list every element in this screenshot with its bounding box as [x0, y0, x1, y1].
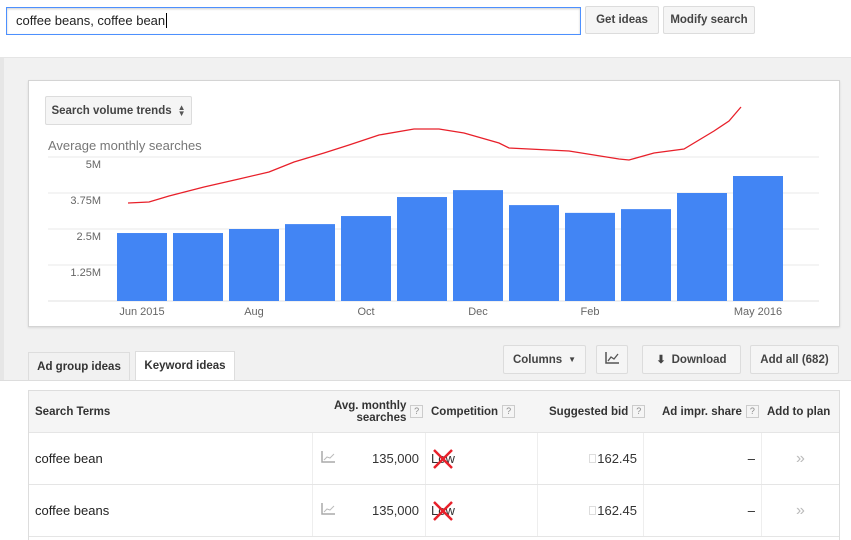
y-tick-label: 5M: [86, 159, 101, 171]
line-chart-icon: [605, 352, 619, 367]
header-ad-impr-share[interactable]: Ad impr. share?: [662, 391, 759, 432]
header-suggested-bid[interactable]: Suggested bid?: [549, 391, 646, 432]
bar: [397, 197, 447, 301]
bar: [621, 209, 671, 301]
help-icon[interactable]: ?: [745, 405, 759, 418]
tab-keyword-ideas[interactable]: Keyword ideas: [135, 351, 235, 381]
divider: [0, 380, 851, 381]
trend-chart-icon[interactable]: [321, 451, 335, 466]
header-avg-label: Avg. monthly searches: [333, 399, 407, 424]
header-add-to-plan: Add to plan: [767, 405, 831, 418]
x-tick-label: May 2016: [734, 306, 782, 318]
download-label: Download: [671, 353, 727, 366]
chart-toggle-button[interactable]: [596, 345, 628, 374]
keyword-search-input[interactable]: coffee beans, coffee bean: [6, 7, 581, 35]
impr-share: –: [643, 433, 761, 484]
columns-button[interactable]: Columns ▼: [503, 345, 586, 374]
bar: [733, 176, 783, 301]
header-bid-label: Suggested bid: [549, 405, 629, 418]
search-input-value: coffee beans, coffee bean: [16, 13, 166, 28]
header-search-terms[interactable]: Search Terms: [35, 391, 110, 432]
add-to-plan-button[interactable]: »: [761, 485, 839, 536]
x-tick-label: Dec: [468, 306, 488, 318]
currency-symbol-icon: [589, 454, 597, 463]
header-competition-label: Competition: [431, 405, 499, 418]
trend-chart-icon[interactable]: [321, 503, 335, 518]
download-icon: ⬇: [656, 354, 666, 366]
tab-ad-group-ideas[interactable]: Ad group ideas: [28, 352, 130, 381]
suggested-bid: 162.45: [597, 503, 637, 518]
avg-monthly-searches: 135,000: [372, 451, 419, 466]
header-impr-label: Ad impr. share: [662, 405, 742, 418]
x-tick-label: Oct: [357, 306, 374, 318]
help-icon[interactable]: ?: [632, 405, 646, 418]
keyword-term: coffee bean: [35, 451, 103, 466]
avg-cell: 135,000: [312, 433, 425, 484]
bar: [565, 212, 615, 301]
bar-chart: 1.25M 2.5M 3.75M 5M Jun 2015 Aug Oct Dec Feb May …: [48, 106, 819, 318]
bid-cell: 162.45: [537, 485, 643, 536]
chart-card: Search volume trends ▲ ▼ Average monthly …: [28, 80, 840, 327]
impr-share: –: [643, 485, 761, 536]
download-button[interactable]: ⬇ Download: [642, 345, 741, 374]
bar: [677, 193, 727, 301]
bar: [285, 224, 335, 301]
text-cursor: [166, 13, 168, 28]
get-ideas-button[interactable]: Get ideas: [585, 6, 659, 34]
help-icon[interactable]: ?: [502, 405, 516, 418]
bar: [229, 229, 279, 301]
table-row: coffee bean 135,000 Low 162.45 – »: [29, 433, 839, 485]
bid-cell: 162.45: [537, 433, 643, 484]
header-avg-monthly[interactable]: Avg. monthly searches?: [329, 391, 423, 432]
header-competition[interactable]: Competition?: [431, 391, 516, 432]
red-x-annotation: [433, 449, 453, 469]
add-to-plan-button[interactable]: »: [761, 433, 839, 484]
y-tick-label: 2.5M: [77, 231, 101, 243]
x-tick-label: Jun 2015: [119, 306, 164, 318]
columns-label: Columns: [512, 353, 563, 366]
currency-symbol-icon: [589, 506, 597, 515]
table-row: coffee beans 135,000 Low 162.45 – »: [29, 485, 839, 537]
red-trend-annotation: [127, 106, 742, 204]
bar: [117, 233, 167, 301]
keyword-term: coffee beans: [35, 503, 110, 518]
bar: [341, 216, 391, 301]
caret-down-icon: ▼: [568, 355, 577, 364]
competition-cell: Low: [425, 485, 537, 536]
modify-search-button[interactable]: Modify search: [663, 6, 755, 34]
bar: [453, 190, 503, 301]
x-tick-label: Aug: [244, 306, 264, 318]
keyword-table: Search Terms Avg. monthly searches? Comp…: [28, 390, 840, 540]
bar: [509, 205, 559, 301]
bar: [173, 233, 223, 301]
avg-monthly-searches: 135,000: [372, 503, 419, 518]
add-all-button[interactable]: Add all (682): [750, 345, 839, 374]
red-x-annotation: [433, 501, 453, 521]
suggested-bid: 162.45: [597, 451, 637, 466]
competition-cell: Low: [425, 433, 537, 484]
table-header: Search Terms Avg. monthly searches? Comp…: [29, 391, 839, 433]
y-tick-label: 3.75M: [70, 195, 101, 207]
avg-cell: 135,000: [312, 485, 425, 536]
y-tick-label: 1.25M: [70, 267, 101, 279]
help-icon[interactable]: ?: [410, 405, 423, 418]
search-bar: coffee beans, coffee bean Get ideas Modi…: [0, 0, 851, 58]
x-tick-label: Feb: [581, 306, 600, 318]
